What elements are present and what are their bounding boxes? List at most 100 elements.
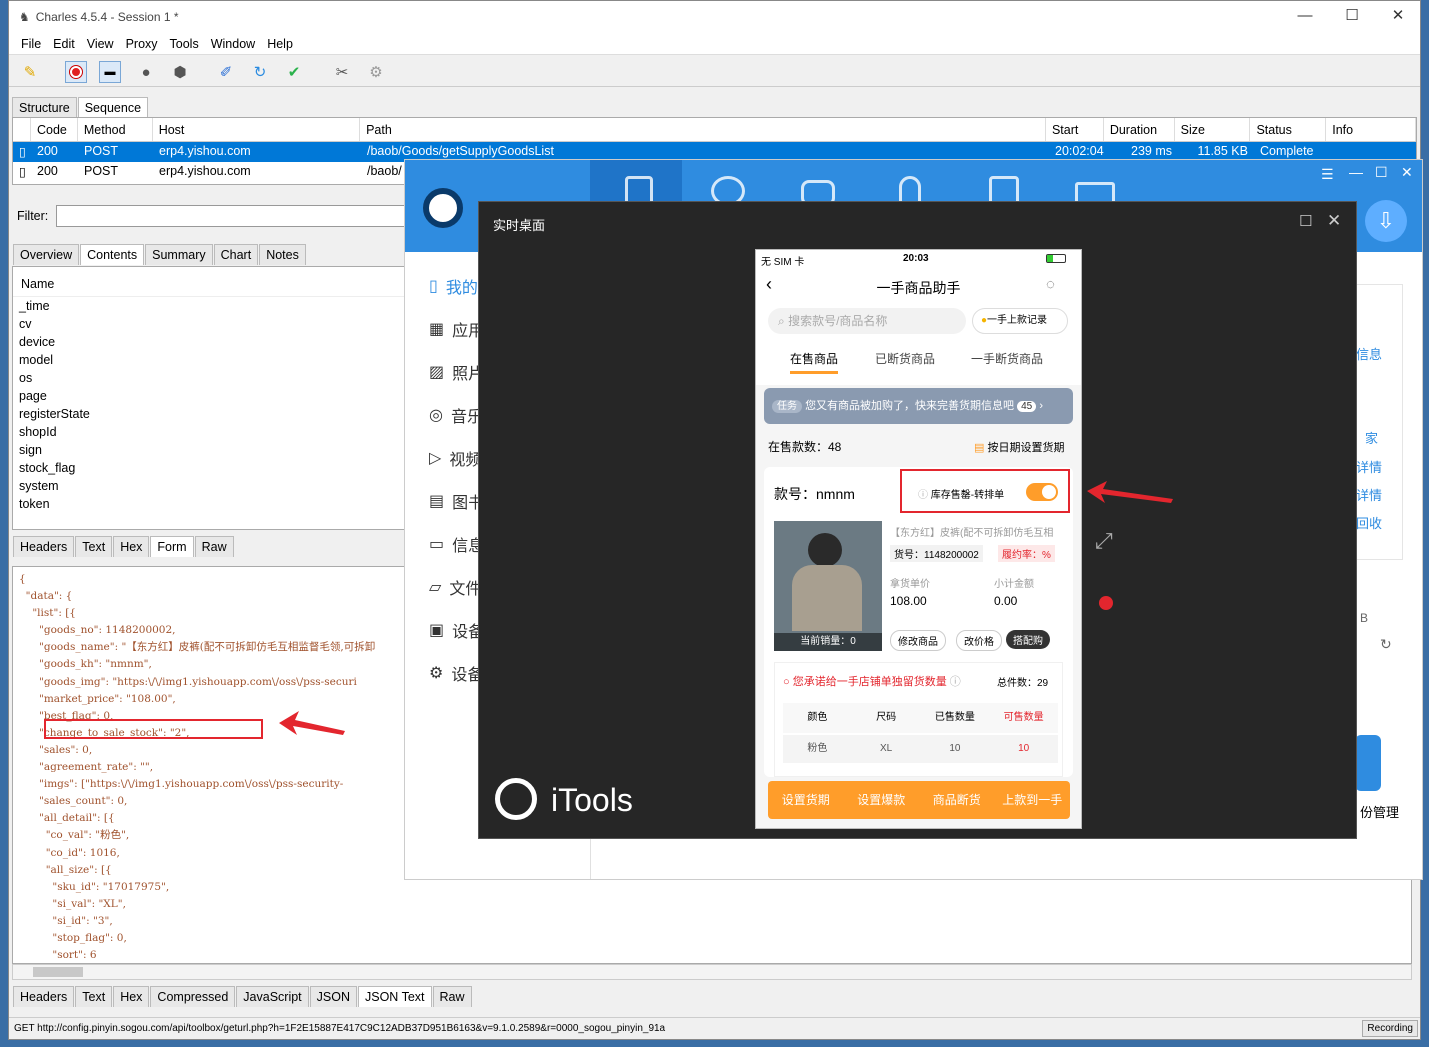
menu-icon[interactable]: ☰ — [1321, 166, 1334, 183]
minimize-icon[interactable]: — — [1349, 164, 1363, 180]
col-size[interactable]: Size — [1175, 118, 1251, 141]
tab-notes[interactable]: Notes — [259, 244, 306, 265]
tab-overview[interactable]: Overview — [13, 244, 80, 265]
tab-resp-javascript[interactable]: JavaScript — [236, 986, 309, 1007]
tab-req-hex[interactable]: Hex — [113, 536, 150, 557]
tab-resp-compressed[interactable]: Compressed — [150, 986, 236, 1007]
col-code[interactable]: Code — [31, 118, 78, 141]
refresh-icon[interactable]: ↻ — [249, 61, 271, 83]
chat-icon[interactable]: ◌ — [1046, 276, 1055, 293]
right-link-recycle[interactable]: 回收 — [1356, 513, 1382, 532]
turtle-icon[interactable]: ● — [135, 61, 157, 83]
check-icon[interactable]: ✔ — [283, 61, 305, 83]
right-link-detail[interactable]: 详情 — [1356, 457, 1382, 476]
col-duration[interactable]: Duration — [1104, 118, 1175, 141]
upload-first-button[interactable]: 上款到一手 — [995, 781, 1071, 819]
backup-label[interactable]: 份管理 — [1360, 802, 1399, 821]
col-method[interactable]: Method — [78, 118, 153, 141]
stop-icon[interactable]: ⬢ — [169, 61, 191, 83]
edit-goods-button[interactable]: 修改商品 — [890, 630, 946, 651]
scroll-thumb[interactable] — [33, 967, 83, 977]
param-name[interactable]: shopId — [13, 423, 411, 441]
tab-first-out[interactable]: 一手断货商品 — [971, 350, 1043, 367]
tab-resp-raw[interactable]: Raw — [432, 986, 472, 1007]
refresh-icon[interactable]: ↻ — [1380, 636, 1392, 653]
menu-view[interactable]: View — [81, 37, 120, 51]
tools-icon[interactable]: ✂ — [331, 61, 353, 83]
record-icon[interactable] — [65, 61, 87, 83]
pen-icon[interactable]: ✐ — [215, 61, 237, 83]
horizontal-scrollbar[interactable] — [12, 964, 1412, 980]
tab-contents[interactable]: Contents — [80, 244, 145, 265]
menu-proxy[interactable]: Proxy — [120, 37, 164, 51]
tab-summary[interactable]: Summary — [145, 244, 213, 265]
change-price-button[interactable]: 改价格 — [956, 630, 1002, 651]
tab-out-of-stock[interactable]: 已断货商品 — [875, 350, 935, 367]
param-name[interactable]: os — [13, 369, 411, 387]
menu-tools[interactable]: Tools — [164, 37, 205, 51]
right-link-info[interactable]: 信息 — [1356, 344, 1382, 363]
right-link-detail-2[interactable]: 详情 — [1356, 485, 1382, 504]
tab-resp-text[interactable]: Text — [75, 986, 113, 1007]
menu-file[interactable]: File — [15, 37, 47, 51]
tab-structure[interactable]: Structure — [12, 97, 77, 118]
stock-toggle[interactable] — [1026, 483, 1058, 501]
filter-input[interactable] — [56, 205, 406, 227]
menu-help[interactable]: Help — [261, 37, 299, 51]
tab-sequence[interactable]: Sequence — [77, 97, 149, 118]
throttle-icon[interactable]: ▬ — [99, 61, 121, 83]
broom-icon[interactable]: ✎ — [19, 61, 41, 83]
param-name[interactable]: device — [13, 333, 411, 351]
set-date-button[interactable]: 设置货期 — [768, 781, 844, 819]
param-name[interactable]: system — [13, 477, 411, 495]
maximize-icon[interactable]: ☐ — [1299, 212, 1312, 230]
settings-icon[interactable]: ⚙ — [365, 61, 387, 83]
param-name[interactable]: stock_flag — [13, 459, 411, 477]
param-name[interactable]: registerState — [13, 405, 411, 423]
right-link-home[interactable]: 家 — [1365, 428, 1378, 447]
maximize-button[interactable]: ☐ — [1329, 1, 1375, 33]
maximize-icon[interactable]: ☐ — [1375, 164, 1388, 181]
param-name[interactable]: cv — [13, 315, 411, 333]
col-host[interactable]: Host — [153, 118, 361, 141]
search-input[interactable]: ⌕ 搜索款号/商品名称 — [768, 308, 966, 334]
tab-resp-hex[interactable]: Hex — [113, 986, 150, 1007]
tab-resp-headers[interactable]: Headers — [13, 986, 75, 1007]
th-sold: 已售数量 — [934, 712, 975, 723]
close-icon[interactable]: ✕ — [1401, 164, 1413, 181]
set-hot-button[interactable]: 设置爆款 — [844, 781, 920, 819]
backup-icon[interactable] — [1355, 735, 1381, 791]
close-icon[interactable]: ✕ — [1327, 211, 1341, 231]
param-name[interactable]: sign — [13, 441, 411, 459]
param-name[interactable]: _time — [13, 297, 411, 315]
col-info[interactable]: Info — [1326, 118, 1416, 141]
tab-req-form[interactable]: Form — [150, 536, 194, 557]
tab-chart[interactable]: Chart — [213, 244, 259, 265]
col-start[interactable]: Start — [1046, 118, 1104, 141]
menu-edit[interactable]: Edit — [47, 37, 81, 51]
record-dot-icon[interactable] — [1099, 596, 1113, 610]
tab-resp-json-text[interactable]: JSON Text — [358, 986, 432, 1007]
tab-req-raw[interactable]: Raw — [194, 536, 234, 557]
download-icon[interactable]: ⇩ — [1365, 200, 1407, 242]
match-buy-button[interactable]: 搭配购 — [1006, 630, 1050, 649]
set-date-link[interactable]: ▤ 按日期设置货期 — [974, 439, 1064, 455]
record-button[interactable]: ●一手上款记录 — [972, 308, 1068, 334]
col-path[interactable]: Path — [360, 118, 1046, 141]
recording-badge[interactable]: Recording — [1362, 1020, 1418, 1037]
param-name[interactable]: token — [13, 495, 411, 513]
param-name[interactable]: page — [13, 387, 411, 405]
minimize-button[interactable]: — — [1282, 1, 1328, 33]
tab-on-sale[interactable]: 在售商品 — [790, 350, 838, 367]
task-banner[interactable]: 任务 您又有商品被加购了，快来完善货期信息吧 45 › — [764, 388, 1073, 424]
goods-image[interactable]: 当前销量：0 — [774, 521, 882, 651]
fullscreen-icon[interactable]: ⤢ — [1095, 528, 1113, 554]
close-button[interactable]: ✕ — [1375, 1, 1420, 33]
out-of-stock-button[interactable]: 商品断货 — [919, 781, 995, 819]
menu-window[interactable]: Window — [205, 37, 261, 51]
param-name[interactable]: model — [13, 351, 411, 369]
tab-req-headers[interactable]: Headers — [13, 536, 75, 557]
tab-resp-json[interactable]: JSON — [309, 986, 357, 1007]
col-status[interactable]: Status — [1250, 118, 1327, 141]
tab-req-text[interactable]: Text — [75, 536, 113, 557]
